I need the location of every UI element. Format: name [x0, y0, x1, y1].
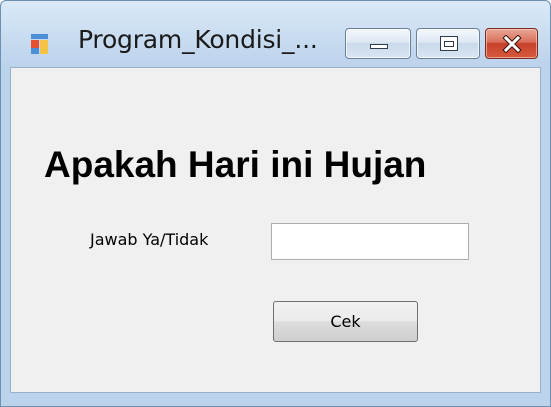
minimize-button[interactable] [345, 28, 411, 59]
title-bar[interactable]: Program_Kondisi_... [1, 1, 550, 67]
app-icon[interactable] [30, 33, 52, 55]
cek-button[interactable]: Cek [273, 301, 418, 342]
close-icon [501, 34, 523, 54]
window-title: Program_Kondisi_... [78, 25, 318, 54]
answer-label: Jawab Ya/Tidak [90, 230, 209, 249]
close-button[interactable] [485, 28, 538, 59]
answer-input[interactable] [271, 223, 469, 260]
maximize-icon [440, 36, 458, 51]
window-bottom-frame [1, 393, 550, 406]
minimize-icon [370, 44, 388, 49]
maximize-button[interactable] [416, 28, 480, 59]
app-window: Program_Kondisi_... [0, 0, 551, 407]
form-heading: Apakah Hari ini Hujan [44, 144, 427, 185]
